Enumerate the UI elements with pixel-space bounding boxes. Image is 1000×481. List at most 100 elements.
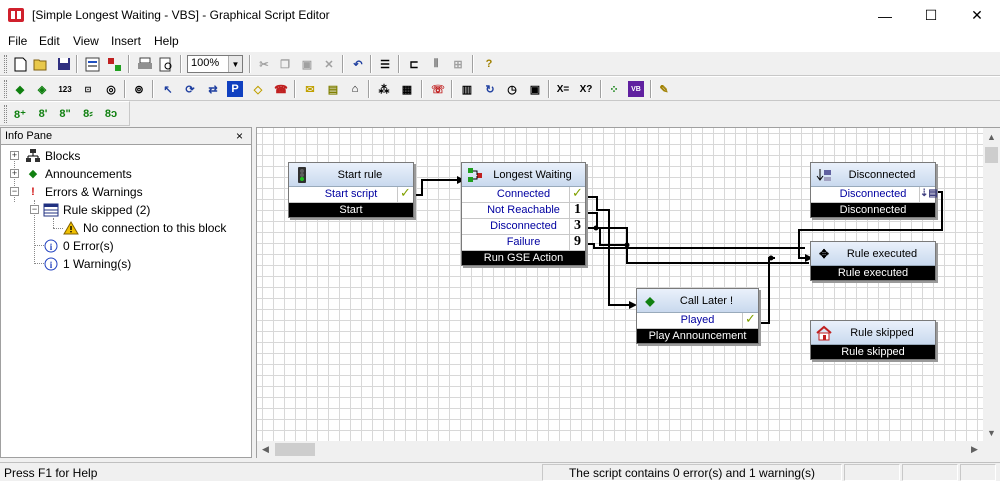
collapse-errors-button[interactable]: − (10, 187, 19, 196)
toolbar-grip[interactable] (4, 80, 7, 98)
zoom-select[interactable]: 100% ▼ (187, 55, 243, 73)
tree-item-rule-skipped[interactable]: Rule skipped (2) (43, 201, 150, 218)
database-icon[interactable]: ⌂ (347, 81, 363, 97)
numbering-icon[interactable] (106, 56, 122, 72)
input-icon[interactable]: ⊡ (80, 81, 96, 97)
add-branch-icon[interactable]: 8⁺ (12, 106, 28, 122)
branch-merge-icon[interactable]: 8ↄ (103, 106, 119, 122)
app-icon[interactable] (8, 8, 24, 22)
block-rule-executed[interactable]: ✥ Rule executed Rule executed (810, 241, 936, 281)
phone-icon[interactable]: ☏ (430, 81, 446, 97)
vertical-scrollbar[interactable]: ▲ ▼ (983, 128, 1000, 441)
parking-icon[interactable]: P (227, 81, 243, 97)
block-start-rule[interactable]: Start rule Start script ✓ Start (288, 162, 414, 218)
paste-icon[interactable]: ▣ (299, 56, 315, 72)
close-window-button[interactable]: ✕ (954, 0, 1000, 31)
block-call-later[interactable]: ◆ Call Later ! Played ✓ Play Announcement (636, 288, 759, 344)
vb-icon[interactable]: VB (628, 81, 644, 97)
compare-icon[interactable]: X? (578, 81, 594, 97)
schedule-icon[interactable]: ▥ (459, 81, 475, 97)
network-icon[interactable]: ▦ (399, 81, 415, 97)
horizontal-scrollbar[interactable]: ◀ ▶ (257, 441, 983, 458)
expand-announcements-button[interactable]: + (10, 169, 19, 178)
block-exit-played[interactable]: Played ✓ (637, 313, 758, 329)
block-exit-not-reachable[interactable]: Not Reachable 1 (462, 203, 585, 219)
script-canvas[interactable]: Start rule Start script ✓ Start Longest W… (257, 128, 983, 441)
block-header[interactable]: Longest Waiting (462, 163, 585, 187)
menu-view[interactable]: View (73, 34, 99, 48)
align-left-icon[interactable]: ⊏ (406, 56, 422, 72)
tree-item-no-connection[interactable]: No connection to this block (63, 219, 226, 236)
open-icon[interactable] (33, 56, 49, 72)
block-exit-disconnected[interactable]: Disconnected ⇣▤ (811, 187, 938, 203)
help-icon[interactable]: ? (481, 56, 497, 72)
menu-insert[interactable]: Insert (111, 34, 141, 48)
route-icon[interactable]: ⇄ (205, 81, 221, 97)
assign-icon[interactable]: X= (555, 81, 571, 97)
block-disconnected[interactable]: Disconnected Disconnected ⇣▤ Disconnected (810, 162, 938, 218)
voicemail-icon[interactable]: ⊚ (131, 81, 147, 97)
menu-file[interactable]: File (8, 34, 27, 48)
announcement-icon[interactable]: ◆ (12, 81, 28, 97)
print-icon[interactable] (137, 56, 153, 72)
block-header[interactable]: Rule skipped (811, 321, 935, 345)
transfer-icon[interactable]: ↖ (160, 81, 176, 97)
minimize-button[interactable]: — (862, 0, 908, 31)
delete-icon[interactable]: ✕ (321, 56, 337, 72)
message-icon[interactable]: ▤ (325, 81, 341, 97)
tree-item-blocks[interactable]: Blocks (25, 147, 80, 164)
menu-block-icon[interactable]: ◈ (34, 81, 50, 97)
longest-waiting-icon[interactable]: ⁘ (606, 81, 622, 97)
chevron-down-icon[interactable]: ▼ (228, 56, 242, 72)
maximize-button[interactable]: ☐ (908, 0, 954, 31)
cut-icon[interactable]: ✂ (256, 56, 272, 72)
scroll-up-icon[interactable]: ▲ (983, 128, 1000, 145)
menu-edit[interactable]: Edit (39, 34, 60, 48)
branch-split-icon[interactable]: 8⸗ (80, 106, 96, 122)
copy-icon[interactable]: ❐ (277, 56, 293, 72)
menu-help[interactable]: Help (154, 34, 179, 48)
print-preview-icon[interactable] (158, 56, 174, 72)
hangup-icon[interactable]: ☎ (273, 81, 289, 97)
undo-icon[interactable]: ↶ (350, 56, 366, 72)
record-icon[interactable]: ◎ (103, 81, 119, 97)
note-icon[interactable]: ✎ (656, 81, 672, 97)
block-rule-skipped[interactable]: Rule skipped Rule skipped (810, 320, 936, 360)
decision-icon[interactable]: ◇ (250, 81, 266, 97)
close-icon[interactable]: × (236, 129, 243, 143)
loop-icon[interactable]: ↻ (482, 81, 498, 97)
block-exit-start-script[interactable]: Start script ✓ (289, 187, 413, 203)
block-header[interactable]: ✥ Rule executed (811, 242, 935, 266)
arrange-icon[interactable]: ⊞ (450, 56, 466, 72)
block-exit-disconnected[interactable]: Disconnected 3 (462, 219, 585, 235)
scroll-left-icon[interactable]: ◀ (257, 441, 274, 458)
expand-blocks-button[interactable]: + (10, 151, 19, 160)
vertical-scroll-thumb[interactable] (985, 147, 998, 163)
branch-alt-icon[interactable]: 8" (57, 106, 73, 122)
toolbar-grip[interactable] (4, 55, 7, 73)
block-header[interactable]: Start rule (289, 163, 413, 187)
new-icon[interactable] (12, 56, 28, 72)
clock-icon[interactable]: ◷ (504, 81, 520, 97)
block-header[interactable]: Disconnected (811, 163, 935, 187)
scroll-down-icon[interactable]: ▼ (983, 424, 1000, 441)
digits-icon[interactable]: 123 (57, 81, 73, 97)
block-header[interactable]: ◆ Call Later ! (637, 289, 758, 313)
grid-icon[interactable]: ⁂ (376, 81, 392, 97)
block-exit-connected[interactable]: Connected ✓ (462, 187, 585, 203)
tree-item-warnings[interactable]: i 1 Warning(s) (43, 255, 131, 272)
block-exit-failure[interactable]: Failure 9 (462, 235, 585, 251)
horizontal-scroll-thumb[interactable] (275, 443, 315, 456)
toolbar-grip[interactable] (4, 105, 7, 123)
block-longest-waiting[interactable]: Longest Waiting Connected ✓ Not Reachable… (461, 162, 586, 266)
email-icon[interactable]: ✉ (302, 81, 318, 97)
queue-icon[interactable]: ⟳ (182, 81, 198, 97)
align-center-icon[interactable]: ⫴ (428, 56, 444, 72)
save-icon[interactable] (56, 56, 72, 72)
calendar-icon[interactable]: ▣ (527, 81, 543, 97)
scroll-right-icon[interactable]: ▶ (966, 441, 983, 458)
tree-item-announcements[interactable]: ◆ Announcements (25, 165, 132, 182)
tree-item-errors-warnings[interactable]: ! Errors & Warnings (25, 183, 142, 200)
list-icon[interactable]: ☰ (377, 56, 393, 72)
branch-icon[interactable]: 8' (35, 106, 51, 122)
